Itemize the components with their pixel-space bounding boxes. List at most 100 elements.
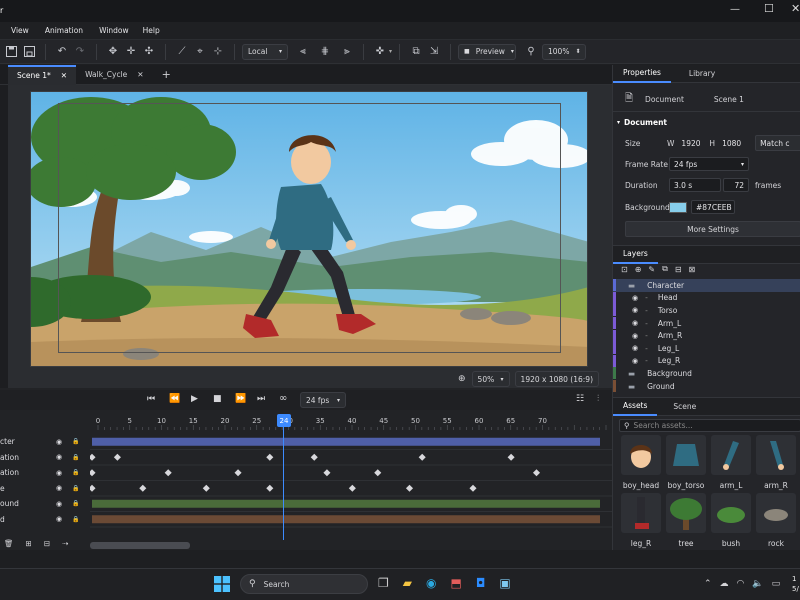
height-field[interactable]: 1080: [718, 136, 748, 150]
layer-add-icon[interactable]: ⊡: [621, 265, 628, 274]
layer-row-background[interactable]: ▬ Background: [613, 367, 800, 380]
distribute-icon[interactable]: ⫸: [338, 43, 356, 61]
layer-row-ground[interactable]: ▬ Ground: [613, 380, 800, 393]
lock-dash-icon[interactable]: -: [645, 356, 648, 365]
track-label-row[interactable]: e ◉ 🔒: [0, 481, 90, 496]
background-color-field[interactable]: #87CEEB: [691, 200, 735, 214]
zoom-icon[interactable]: ⊕: [458, 374, 466, 384]
lock-dash-icon[interactable]: -: [645, 319, 648, 328]
keyframe[interactable]: [234, 469, 242, 477]
track-clip-bar[interactable]: [92, 515, 600, 524]
layers-title[interactable]: Layers: [613, 246, 658, 264]
close-button[interactable]: ✕: [791, 2, 800, 15]
eye-icon[interactable]: ◉: [632, 294, 638, 302]
eye-icon[interactable]: ◉: [632, 344, 638, 352]
copy-icon[interactable]: ⧉: [407, 43, 425, 61]
eye-icon[interactable]: ◉: [56, 438, 62, 446]
viewport-zoom-dropdown[interactable]: 50% ▾: [471, 371, 510, 387]
keyframe[interactable]: [323, 469, 331, 477]
taskbar-search[interactable]: ⚲ Search: [240, 574, 368, 594]
document-section[interactable]: ▾ Document: [617, 118, 667, 127]
layer-row-arm-l[interactable]: ◉ - Arm_L: [613, 317, 800, 330]
lock-icon[interactable]: 🔒: [72, 500, 79, 507]
tab-walk-cycle[interactable]: Walk_Cycle ✕: [76, 65, 153, 85]
tab-library[interactable]: Library: [679, 65, 725, 83]
transform-tool-icon[interactable]: ⊹: [209, 43, 227, 61]
track-label-row[interactable]: ation ◉ 🔒: [0, 465, 90, 480]
keyframe[interactable]: [113, 453, 121, 461]
frame-rate-dropdown[interactable]: 24 fps ▾: [669, 157, 749, 171]
layer-duplicate-icon[interactable]: ⧉: [662, 264, 668, 274]
tab-properties[interactable]: Properties: [613, 65, 671, 83]
asset-rock[interactable]: rock: [756, 493, 796, 548]
eye-icon[interactable]: ◉: [56, 484, 62, 492]
timeline-fps-dropdown[interactable]: 24 fps ▾: [300, 392, 346, 408]
lock-dash-icon[interactable]: -: [645, 306, 648, 315]
new-tab-button[interactable]: +: [153, 65, 180, 85]
task-view-icon[interactable]: ❐: [378, 576, 389, 590]
menu-help[interactable]: Help: [143, 26, 160, 35]
add-track-icon[interactable]: ⊞: [26, 539, 32, 548]
stop-icon[interactable]: ■: [213, 394, 222, 404]
align-center-icon[interactable]: ⋕: [316, 43, 334, 61]
play-icon[interactable]: ▶: [191, 394, 198, 404]
battery-icon[interactable]: ▭: [772, 579, 781, 589]
playhead-frame[interactable]: 24: [277, 414, 291, 427]
keyframe[interactable]: [532, 469, 541, 477]
layer-row-leg-r[interactable]: ◉ - Leg_R: [613, 354, 800, 368]
tab-scene-1[interactable]: Scene 1* ✕: [8, 64, 77, 85]
width-field[interactable]: 1920: [677, 136, 707, 150]
layer-mask-icon[interactable]: ⊟: [675, 265, 682, 274]
keyframe[interactable]: [90, 453, 96, 461]
undo-icon[interactable]: ↶: [53, 43, 71, 61]
layer-delete-icon[interactable]: ⊠: [689, 265, 696, 274]
eye-icon[interactable]: ◉: [56, 453, 62, 461]
move-y-tool-icon[interactable]: ✣: [140, 43, 158, 61]
asset-tree[interactable]: tree: [666, 493, 706, 548]
tab-scene[interactable]: Scene: [663, 398, 706, 416]
volume-icon[interactable]: 🔈: [752, 579, 763, 589]
bone-tool-icon[interactable]: ⟋: [173, 43, 191, 61]
windows-start-icon[interactable]: [214, 576, 230, 592]
edge-icon[interactable]: ◉: [426, 576, 436, 590]
chevron-up-icon[interactable]: ⌃: [704, 579, 712, 589]
wifi-icon[interactable]: ◠: [737, 579, 745, 589]
keyframe[interactable]: [202, 484, 210, 492]
asset-boy-torso[interactable]: boy_torso: [666, 435, 706, 490]
photos-icon[interactable]: ▣: [499, 576, 510, 590]
keyframe[interactable]: [266, 453, 274, 461]
more-settings-button[interactable]: More Settings: [625, 221, 800, 237]
eye-icon[interactable]: ◉: [56, 515, 62, 523]
lock-dash-icon[interactable]: -: [645, 293, 648, 302]
close-icon[interactable]: ✕: [137, 70, 143, 79]
track-label-row[interactable]: ation ◉ 🔒: [0, 450, 90, 465]
loop-icon[interactable]: ∞: [279, 393, 287, 404]
lock-icon[interactable]: 🔒: [72, 469, 79, 476]
menu-window[interactable]: Window: [99, 26, 129, 35]
timeline-filter-icon[interactable]: ⫶: [597, 394, 599, 404]
layer-row-torso[interactable]: ◉ - Torso: [613, 304, 800, 317]
asset-arm-l[interactable]: arm_L: [711, 435, 751, 490]
file-explorer-icon[interactable]: ▰: [403, 576, 412, 590]
asset-bush[interactable]: bush: [711, 493, 751, 548]
track-label-row[interactable]: ound ◉ 🔒: [0, 496, 90, 511]
keyframe[interactable]: [139, 484, 147, 492]
keyframe[interactable]: [266, 484, 274, 492]
save-as-icon[interactable]: [20, 43, 38, 61]
eye-icon[interactable]: ◉: [56, 500, 62, 508]
remove-key-icon[interactable]: ⊟: [44, 539, 50, 548]
track-clip-bar[interactable]: [92, 437, 600, 446]
lock-icon[interactable]: 🔒: [72, 516, 79, 523]
keyframe[interactable]: [90, 469, 96, 477]
delete-track-icon[interactable]: 🗑: [4, 539, 14, 548]
space-dropdown[interactable]: Local ▾: [242, 43, 288, 60]
layer-row-leg-l[interactable]: ◉ - Leg_L: [613, 342, 800, 355]
lock-dash-icon[interactable]: -: [645, 331, 648, 340]
lock-icon[interactable]: 🔒: [72, 485, 79, 492]
layer-row-character[interactable]: ▬ Character: [613, 279, 800, 292]
tab-assets[interactable]: Assets: [613, 398, 658, 416]
lock-dash-icon[interactable]: -: [645, 344, 648, 353]
timeline-ruler[interactable]: 0510152025303540455055606570: [90, 412, 612, 430]
lock-icon[interactable]: 🔒: [72, 438, 79, 445]
eye-icon[interactable]: ◉: [632, 306, 638, 314]
